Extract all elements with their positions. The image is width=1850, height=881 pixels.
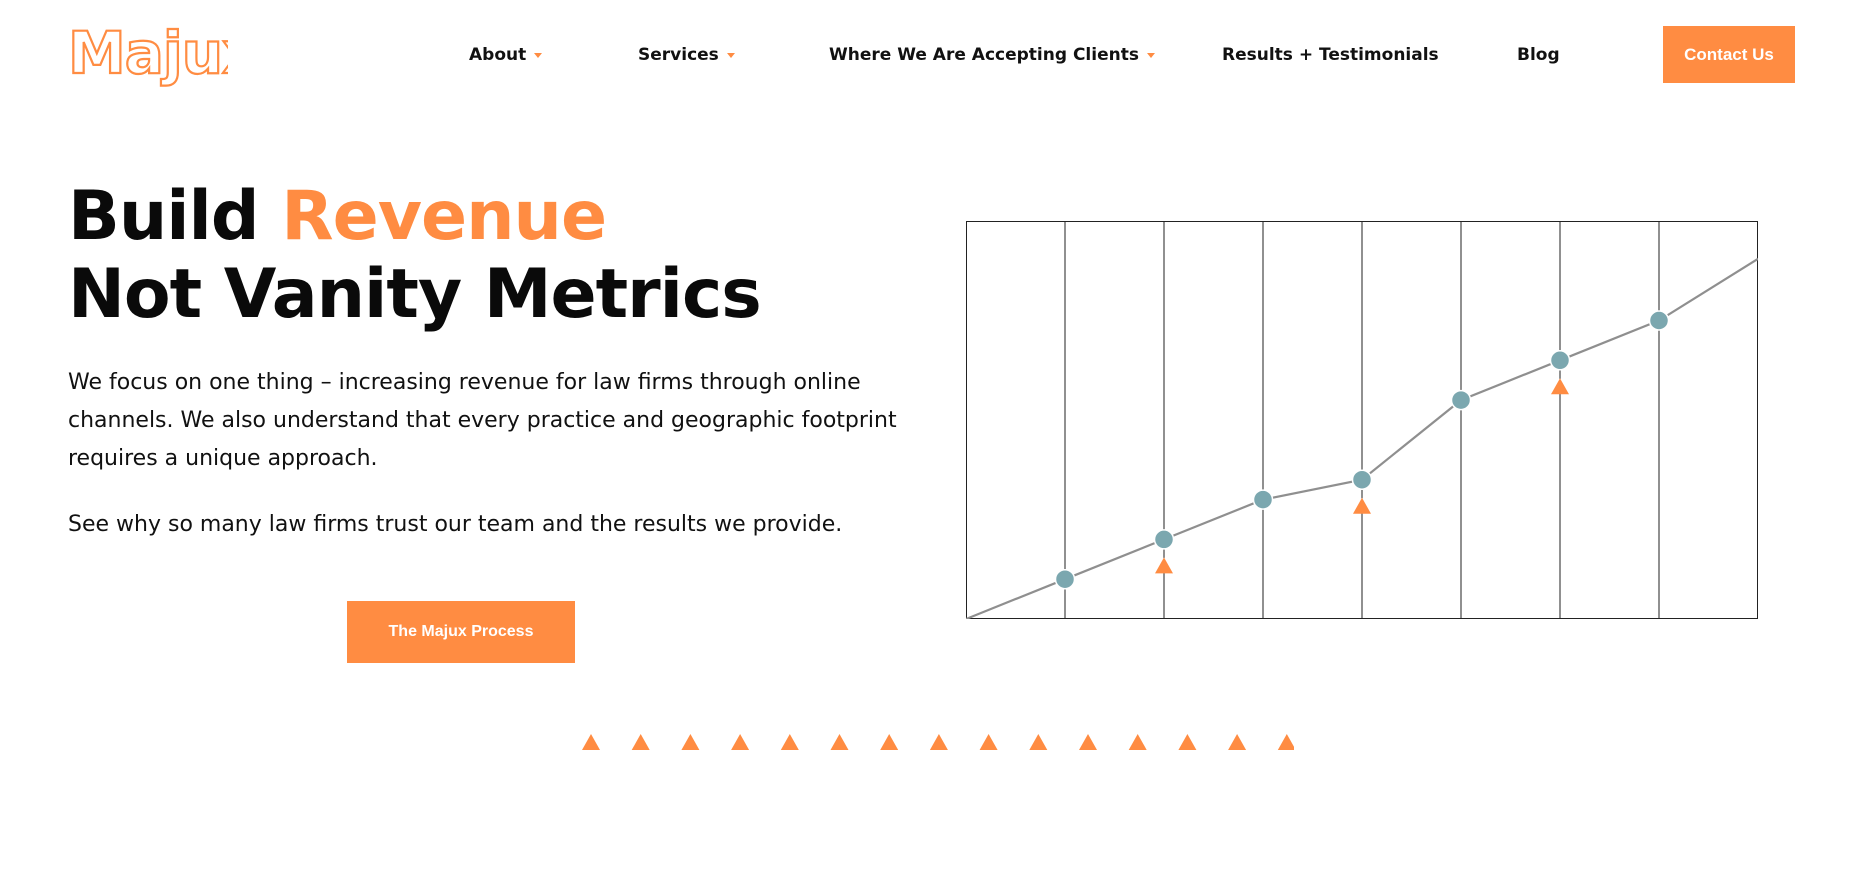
- decorative-triangle: [780, 734, 799, 750]
- decorative-triangle: [631, 734, 650, 750]
- decorative-triangle-row: [582, 734, 1294, 750]
- decorative-triangle: [1128, 734, 1147, 750]
- hero-description: We focus on one thing – increasing reven…: [68, 370, 897, 471]
- chart-triangle-marker: [1353, 497, 1371, 514]
- chart-triangle-marker: [1155, 557, 1173, 574]
- nav-item-about[interactable]: About: [469, 44, 543, 66]
- contact-us-button[interactable]: Contact Us: [1663, 26, 1795, 83]
- decorative-triangle: [1079, 734, 1097, 750]
- chart-data-point: [1549, 350, 1571, 371]
- nav-item-blog[interactable]: Blog: [1517, 44, 1560, 66]
- nav-item-about-label: About: [469, 45, 527, 65]
- decorative-triangle: [731, 734, 750, 750]
- chart-triangle-marker: [1551, 378, 1569, 395]
- majux-logo-wordmark: Majux: [68, 18, 228, 88]
- logo-text: Majux: [68, 19, 228, 87]
- hero-title-build: Build: [68, 177, 282, 256]
- hero-title-line-1: Build Revenue: [68, 178, 761, 256]
- hero-title-accent: Revenue: [281, 177, 607, 256]
- decorative-triangle: [880, 734, 899, 750]
- decorative-triangle: [1029, 734, 1048, 750]
- majux-process-button[interactable]: The Majux Process: [347, 601, 575, 663]
- nav-item-results-testimonials[interactable]: Results + Testimonials: [1222, 44, 1439, 66]
- chart-data-point: [1153, 529, 1175, 550]
- hero-tagline: See why so many law firms trust our team…: [68, 512, 843, 537]
- chart-data-point: [1450, 389, 1472, 411]
- decorative-triangle: [830, 734, 849, 750]
- chart-data-point: [1054, 568, 1076, 590]
- nav-item-results-label: Results + Testimonials: [1222, 45, 1439, 65]
- growth-line-chart: [966, 221, 1758, 619]
- chart-data-point: [1252, 489, 1274, 510]
- decorative-triangle: [1228, 734, 1247, 750]
- decorative-triangle: [929, 734, 948, 750]
- chart-data-point: [1648, 310, 1670, 331]
- decorative-triangle: [582, 734, 600, 750]
- decorative-triangle: [1178, 734, 1197, 750]
- nav-item-services[interactable]: Services: [638, 44, 735, 66]
- site-header: Majux About Services Where We Are Accept…: [0, 0, 1850, 110]
- hero-title: Build Revenue Not Vanity Metrics: [68, 178, 762, 334]
- nav-item-services-label: Services: [638, 45, 719, 65]
- nav-item-accepting-clients[interactable]: Where We Are Accepting Clients: [829, 44, 1155, 66]
- chevron-down-icon: [726, 52, 735, 58]
- decorative-triangle: [681, 734, 700, 750]
- nav-item-accepting-clients-label: Where We Are Accepting Clients: [829, 45, 1139, 65]
- chevron-down-icon: [534, 52, 543, 58]
- decorative-triangle: [979, 734, 998, 750]
- hero-title-line-2: Not Vanity Metrics: [68, 255, 762, 334]
- decorative-triangle: [1277, 734, 1294, 750]
- nav-item-blog-label: Blog: [1517, 45, 1560, 65]
- majux-logo[interactable]: Majux: [68, 18, 228, 98]
- chevron-down-icon: [1146, 52, 1155, 58]
- chart-data-point: [1351, 469, 1373, 490]
